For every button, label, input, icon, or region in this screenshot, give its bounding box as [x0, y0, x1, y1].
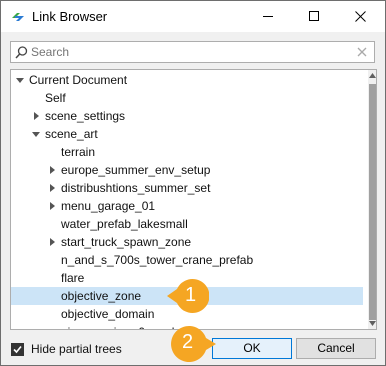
tree-row-label: menu_garage_01: [61, 199, 156, 213]
checkmark-icon: [13, 345, 22, 354]
vertical-scrollbar[interactable]: [368, 70, 376, 329]
tree-row-label: water_prefab_lakesmall: [61, 217, 188, 231]
expanded-arrow-icon[interactable]: [31, 125, 41, 143]
callout-number: 2: [182, 331, 194, 353]
close-button[interactable]: [337, 1, 383, 32]
tree-row[interactable]: distribushtions_summer_set: [11, 179, 363, 197]
search-input[interactable]: [31, 44, 351, 60]
expanded-arrow-icon[interactable]: [15, 71, 25, 89]
tree-row[interactable]: scene_art: [11, 125, 363, 143]
tree-row-label: europe_summer_env_setup: [61, 163, 211, 177]
tree-row-label: start_truck_spawn_zone: [61, 235, 192, 249]
tree-row-label: objective_zone: [61, 289, 142, 303]
ok-button[interactable]: OK: [212, 338, 292, 359]
search-box[interactable]: [10, 41, 375, 63]
collapsed-arrow-icon[interactable]: [47, 179, 57, 197]
tree-row-label: objective_domain: [61, 307, 155, 321]
tree-row[interactable]: Current Document: [11, 71, 363, 89]
tree-row-label: pipe_preview_0_angl: [61, 323, 174, 329]
maximize-icon: [308, 11, 319, 21]
link-browser-app-icon: [12, 13, 24, 21]
tree-row-label: n_and_s_700s_tower_crane_prefab: [61, 253, 254, 267]
tree-row-label: Self: [45, 91, 66, 105]
callout-badge-2: 2: [170, 322, 216, 362]
collapsed-arrow-icon[interactable]: [47, 197, 57, 215]
tree-row[interactable]: scene_settings: [11, 107, 363, 125]
tree-row[interactable]: water_prefab_lakesmall: [11, 215, 363, 233]
maximize-button[interactable]: [291, 1, 337, 32]
collapsed-arrow-icon[interactable]: [47, 161, 57, 179]
tree-row[interactable]: europe_summer_env_setup: [11, 161, 363, 179]
minimize-button[interactable]: [245, 1, 291, 32]
tree-row[interactable]: n_and_s_700s_tower_crane_prefab: [11, 251, 363, 269]
tree-row[interactable]: menu_garage_01: [11, 197, 363, 215]
title-bar: Link Browser: [1, 1, 385, 32]
callout-number: 1: [185, 284, 197, 306]
collapsed-arrow-icon[interactable]: [31, 107, 41, 125]
close-icon: [354, 11, 366, 22]
tree-row-label: terrain: [61, 145, 96, 159]
hide-partial-trees-label[interactable]: Hide partial trees: [31, 342, 122, 356]
window-title: Link Browser: [32, 9, 108, 24]
tree-row-label: Current Document: [29, 73, 128, 87]
tree-row-label: flare: [61, 271, 85, 285]
cancel-button[interactable]: Cancel: [296, 338, 376, 359]
clear-icon[interactable]: [355, 45, 369, 59]
scroll-up-icon[interactable]: [369, 73, 376, 78]
search-icon: [15, 46, 28, 59]
tree-row[interactable]: start_truck_spawn_zone: [11, 233, 363, 251]
minimize-icon: [262, 16, 273, 17]
tree-row[interactable]: Self: [11, 89, 363, 107]
callout-badge-1: 1: [165, 277, 210, 315]
callout-shape: [171, 326, 216, 362]
tree-row[interactable]: terrain: [11, 143, 363, 161]
collapsed-arrow-icon[interactable]: [47, 233, 57, 251]
hide-partial-trees-checkbox[interactable]: [11, 343, 24, 356]
tree-row-label: distribushtions_summer_set: [61, 181, 211, 195]
tree-row-label: scene_settings: [45, 109, 126, 123]
scroll-down-icon[interactable]: [369, 321, 376, 326]
tree-row-label: scene_art: [45, 127, 98, 141]
scrollbar-thumb[interactable]: [369, 84, 376, 320]
